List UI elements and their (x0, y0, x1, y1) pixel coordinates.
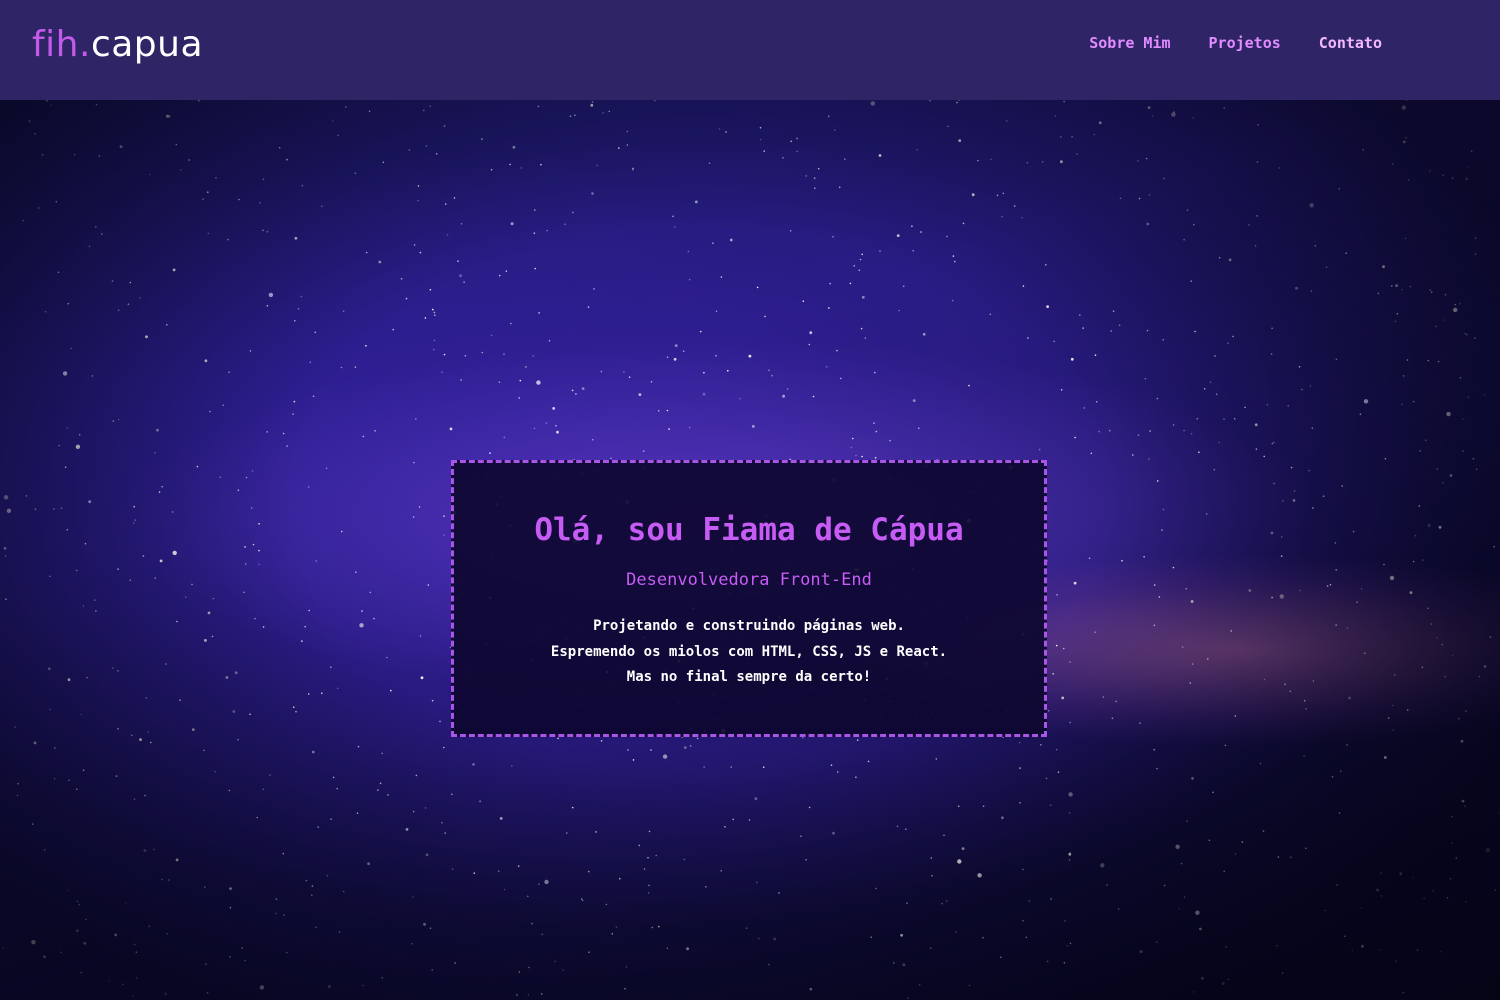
intro-card: Olá, sou Fiama de Cápua Desenvolvedora F… (451, 460, 1047, 737)
page-title: Olá, sou Fiama de Cápua (534, 512, 964, 548)
site-logo[interactable]: fih.capua (32, 22, 203, 68)
nav-link-contato[interactable]: Contato (1319, 33, 1382, 53)
nav-link-projetos[interactable]: Projetos (1209, 33, 1281, 53)
intro-line: Projetando e construindo páginas web. (593, 618, 905, 634)
logo-suffix: capua (90, 24, 204, 65)
nav-menu: Sobre Mim Projetos Contato (1089, 33, 1382, 53)
intro-line: Mas no final sempre da certo! (626, 669, 872, 685)
nav-link-sobre-mim[interactable]: Sobre Mim (1089, 33, 1170, 53)
top-navbar: fih.capua Sobre Mim Projetos Contato (0, 0, 1500, 100)
intro-line: Espremendo os miolos com HTML, CSS, JS e… (550, 643, 948, 660)
hero-section: Olá, sou Fiama de Cápua Desenvolvedora F… (0, 100, 1500, 1000)
job-title: Desenvolvedora Front-End (626, 570, 872, 590)
intro-text: Projetando e construindo páginas web. Es… (454, 614, 1044, 691)
logo-prefix: fih. (32, 24, 91, 65)
